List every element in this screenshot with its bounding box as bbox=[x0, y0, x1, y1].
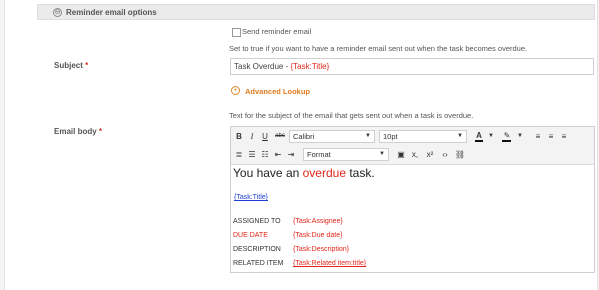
subject-required-mark: * bbox=[85, 61, 89, 70]
assigned-to-label: ASSIGNED TO bbox=[233, 218, 281, 225]
related-item-label: RELATED ITEM bbox=[233, 260, 284, 267]
text-color-icon[interactable]: A bbox=[474, 129, 484, 142]
subject-label: Subject * bbox=[54, 61, 88, 70]
align-right-icon[interactable]: ≡ bbox=[559, 130, 569, 143]
editor-toolbar: B I U abc Calibri ▼ 10pt ▼ A ▼ ✎ ▼ ≡ ≡ ≡ ≣… bbox=[231, 127, 594, 165]
heading-text-end: task. bbox=[346, 166, 375, 180]
format-select[interactable]: Format ▼ bbox=[303, 148, 389, 161]
image-icon[interactable]: ▣ bbox=[396, 148, 406, 161]
text-color-dropdown[interactable]: ▼ bbox=[487, 130, 495, 143]
superscript-button[interactable]: x² bbox=[424, 148, 436, 161]
email-body-label-text: Email body bbox=[54, 127, 97, 136]
align-left-icon[interactable]: ≡ bbox=[533, 130, 543, 143]
section-title: Reminder email options bbox=[66, 8, 157, 17]
heading-text-start: You have an bbox=[233, 166, 303, 180]
underline-button[interactable]: U bbox=[260, 130, 270, 143]
numbered-list-icon[interactable]: ☷ bbox=[260, 148, 270, 161]
link-icon[interactable]: ⛓ bbox=[454, 148, 466, 161]
chevron-down-icon: ▼ bbox=[379, 151, 385, 157]
chevron-down-icon: ▼ bbox=[457, 133, 463, 139]
reminder-section-header[interactable]: ⊖ Reminder email options bbox=[37, 4, 595, 20]
outdent-icon[interactable]: ⇤ bbox=[273, 148, 283, 161]
bulleted-list-icon[interactable]: ☰ bbox=[247, 148, 257, 161]
description-label: DESCRIPTION bbox=[233, 246, 281, 253]
chevron-down-icon: ▼ bbox=[365, 133, 371, 139]
font-family-select[interactable]: Calibri ▼ bbox=[289, 130, 375, 143]
body-heading: You have an overdue task. bbox=[233, 166, 375, 180]
align-center-icon[interactable]: ≡ bbox=[546, 130, 556, 143]
subject-prefix: Task Overdue - bbox=[234, 62, 291, 71]
subject-help: Text for the subject of the email that g… bbox=[229, 111, 474, 120]
text-color-swatch bbox=[475, 140, 483, 142]
format-value: Format bbox=[307, 150, 331, 159]
email-body-required-mark: * bbox=[98, 127, 103, 136]
strikethrough-button[interactable]: abc bbox=[273, 130, 287, 143]
form-panel: ⊖ Reminder email options Send reminder e… bbox=[4, 0, 598, 290]
plus-circle-icon: + bbox=[231, 86, 240, 95]
send-reminder-checkbox[interactable] bbox=[232, 28, 241, 37]
font-size-select[interactable]: 10pt ▼ bbox=[379, 130, 467, 143]
indent-icon[interactable]: ⇥ bbox=[286, 148, 296, 161]
due-date-value: {Task:Due date} bbox=[293, 232, 343, 239]
bold-button[interactable]: B bbox=[234, 130, 244, 143]
related-item-link[interactable]: {Task:Related item:title} bbox=[293, 260, 366, 267]
send-reminder-help: Set to true if you want to have a remind… bbox=[229, 44, 528, 53]
background-color-icon[interactable]: ✎ bbox=[501, 129, 513, 142]
font-family-value: Calibri bbox=[293, 132, 315, 141]
collapse-toggle-icon[interactable]: ⊖ bbox=[53, 8, 62, 17]
align-justify-icon[interactable]: ≣ bbox=[234, 148, 244, 161]
subject-label-text: Subject bbox=[54, 61, 83, 70]
description-value: {Task:Description} bbox=[293, 246, 350, 253]
due-date-label: DUE DATE bbox=[233, 232, 268, 239]
background-color-swatch bbox=[502, 140, 511, 142]
subscript-button[interactable]: x, bbox=[409, 148, 421, 161]
source-code-button[interactable]: ‹› bbox=[439, 148, 451, 161]
assigned-to-value: {Task:Assignee} bbox=[293, 218, 343, 225]
task-title-link[interactable]: {Task:Title} bbox=[234, 194, 268, 201]
send-reminder-label[interactable]: Send reminder email bbox=[242, 27, 311, 36]
italic-button[interactable]: I bbox=[247, 130, 257, 143]
font-size-value: 10pt bbox=[383, 132, 398, 141]
subject-input[interactable]: Task Overdue - {Task:Title} bbox=[230, 58, 594, 75]
email-body-label: Email body * bbox=[54, 127, 102, 136]
advanced-lookup-label: Advanced Lookup bbox=[245, 87, 311, 96]
heading-text-overdue: overdue bbox=[302, 166, 346, 180]
subject-token: {Task:Title} bbox=[290, 62, 330, 71]
background-color-dropdown[interactable]: ▼ bbox=[516, 130, 524, 143]
email-body-editor[interactable]: B I U abc Calibri ▼ 10pt ▼ A ▼ ✎ ▼ ≡ ≡ ≡ ≣… bbox=[230, 126, 595, 273]
